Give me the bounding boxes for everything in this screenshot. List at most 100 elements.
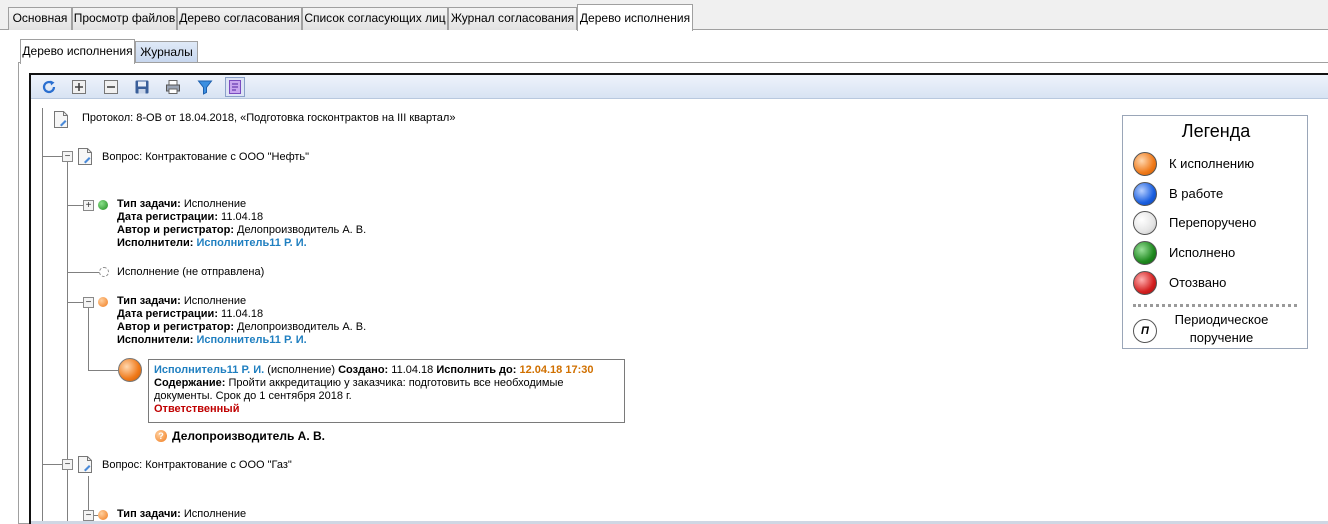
collapse-toggle[interactable]: −: [62, 459, 73, 470]
tab-execution-tree[interactable]: Дерево исполнения: [577, 4, 693, 31]
print-icon[interactable]: [163, 77, 183, 97]
content-text: Пройти аккредитацию у заказчика: подгото…: [225, 377, 564, 389]
red-status-icon: [1133, 271, 1157, 295]
legend-item-to-execute: К исполнению: [1133, 152, 1303, 176]
status-done-icon: [98, 200, 108, 210]
clerk-label[interactable]: Делопроизводитель А. В.: [172, 430, 325, 443]
main-tab-strip: Основная Просмотр файлов Дерево согласов…: [0, 0, 1328, 31]
status-to-execute-icon: [98, 510, 108, 520]
tab-file-view[interactable]: Просмотр файлов: [72, 7, 177, 30]
tree-line: [42, 108, 43, 524]
assignment-card[interactable]: Исполнитель11 Р. И. (исполнение) Создано…: [148, 359, 625, 423]
orange-status-icon: [1133, 152, 1157, 176]
task-author: Автор и регистратор: Делопроизводитель А…: [117, 224, 366, 237]
legend-label: В работе: [1169, 186, 1224, 201]
tab-approval-journal[interactable]: Журнал согласования: [448, 7, 577, 30]
tree-line: [67, 272, 99, 273]
collapse-all-icon[interactable]: [101, 77, 121, 97]
tree-line: [67, 302, 83, 303]
task-type-value: Исполнение: [180, 295, 247, 307]
collapse-toggle[interactable]: −: [62, 151, 73, 162]
task-date-label: Дата регистрации:: [117, 211, 218, 223]
tree-line: [88, 307, 89, 371]
task-executors-label: Исполнители:: [117, 237, 194, 249]
tree-line: [88, 370, 118, 371]
legend-label: Исполнено: [1169, 245, 1236, 260]
legend-item-done: Исполнено: [1133, 241, 1303, 265]
task-type: Тип задачи: Исполнение: [117, 295, 246, 308]
refresh-icon[interactable]: [39, 77, 59, 97]
legend-item-revoked: Отозвано: [1133, 271, 1303, 295]
task-date-value: 11.04.18: [218, 211, 264, 223]
filter-icon[interactable]: [195, 77, 215, 97]
protocol-label[interactable]: Протокол: 8-ОВ от 18.04.2018, «Подготовк…: [82, 112, 455, 125]
status-unsent-icon: [99, 267, 109, 277]
executor-link[interactable]: Исполнитель11 Р. И.: [197, 334, 307, 346]
question-label[interactable]: Вопрос: Контрактование с ООО "Нефть": [102, 151, 309, 164]
task-author-value: Делопроизводитель А. В.: [233, 224, 367, 236]
legend-title: Легенда: [1181, 121, 1251, 141]
tree-line: [42, 464, 62, 465]
task-type: Тип задачи: Исполнение: [117, 508, 246, 521]
tab-approval-tree[interactable]: Дерево согласования: [177, 7, 302, 30]
tab-main[interactable]: Основная: [8, 7, 72, 30]
task-author-value: Делопроизводитель А. В.: [233, 321, 367, 333]
legend-panel: Легенда К исполнению В работе Перепоруче…: [1122, 115, 1308, 349]
legend-item-in-work: В работе: [1133, 182, 1303, 206]
card-content: Содержание: Пройти аккредитацию у заказч…: [154, 377, 564, 390]
legend-label: Периодическое поручение: [1169, 311, 1274, 347]
subtab-journals[interactable]: Журналы: [135, 41, 198, 63]
periodic-task-icon: П: [1133, 319, 1157, 343]
due-label: Исполнить до:: [436, 364, 517, 376]
responsible-label: Ответственный: [154, 403, 240, 415]
task-date-value: 11.04.18: [218, 308, 264, 320]
task-author-label: Автор и регистратор:: [117, 224, 234, 236]
question-mark-icon: ?: [155, 430, 167, 442]
task-date-label: Дата регистрации:: [117, 308, 218, 320]
legend-toggle-icon[interactable]: [225, 77, 245, 97]
task-executors: Исполнители: Исполнитель11 Р. И.: [117, 334, 307, 347]
legend-label: Отозвано: [1169, 275, 1227, 290]
task-type-label: Тип задачи:: [117, 198, 181, 210]
content-label: Содержание:: [154, 377, 226, 389]
gray-status-icon: [1133, 211, 1157, 235]
legend-label: Перепоручено: [1169, 215, 1257, 230]
task-type-label: Тип задачи:: [117, 295, 181, 307]
task-type: Тип задачи: Исполнение: [117, 198, 246, 211]
task-date: Дата регистрации: 11.04.18: [117, 308, 263, 321]
legend-item-reassigned: Перепоручено: [1133, 211, 1303, 235]
due-value: 12.04.18 17:30: [516, 364, 594, 376]
task-type-label: Тип задачи:: [117, 508, 181, 520]
question-label[interactable]: Вопрос: Контрактование с ООО "Газ": [102, 459, 292, 472]
document-icon: [78, 456, 92, 473]
document-icon: [54, 111, 68, 128]
tree-line: [67, 205, 83, 206]
execution-tree-panel: Дерево исполнения Журналы Протокол: 8-ОВ…: [10, 31, 1328, 524]
blue-status-icon: [1133, 182, 1157, 206]
task-type-value: Исполнение: [180, 508, 247, 520]
executor-link[interactable]: Исполнитель11 Р. И.: [197, 237, 307, 249]
expand-toggle[interactable]: +: [83, 200, 94, 211]
subtab-execution-tree[interactable]: Дерево исполнения: [20, 39, 135, 64]
task-author: Автор и регистратор: Делопроизводитель А…: [117, 321, 366, 334]
unsent-task-label[interactable]: Исполнение (не отправлена): [117, 266, 264, 279]
collapse-toggle[interactable]: −: [83, 510, 94, 521]
created-label: Создано:: [338, 364, 389, 376]
document-icon: [78, 148, 92, 165]
task-date: Дата регистрации: 11.04.18: [117, 211, 263, 224]
collapse-toggle[interactable]: −: [83, 297, 94, 308]
card-header: Исполнитель11 Р. И. (исполнение) Создано…: [154, 364, 594, 377]
legend-divider: [1133, 304, 1297, 307]
task-author-label: Автор и регистратор:: [117, 321, 234, 333]
executor-link[interactable]: Исполнитель11 Р. И.: [154, 364, 264, 376]
periodic-line1: Периодическое: [1174, 312, 1269, 327]
content-text-cont: документы. Срок до 1 сентября 2018 г.: [154, 390, 352, 402]
legend-item-periodic: П Периодическое поручение: [1133, 312, 1303, 345]
tree-line: [42, 156, 62, 157]
expand-all-icon[interactable]: [69, 77, 89, 97]
task-executors-label: Исполнители:: [117, 334, 194, 346]
green-status-icon: [1133, 241, 1157, 265]
periodic-line2: поручение: [1189, 330, 1254, 345]
save-icon[interactable]: [132, 77, 152, 97]
tab-approvers-list[interactable]: Список согласующих лиц: [302, 7, 448, 30]
